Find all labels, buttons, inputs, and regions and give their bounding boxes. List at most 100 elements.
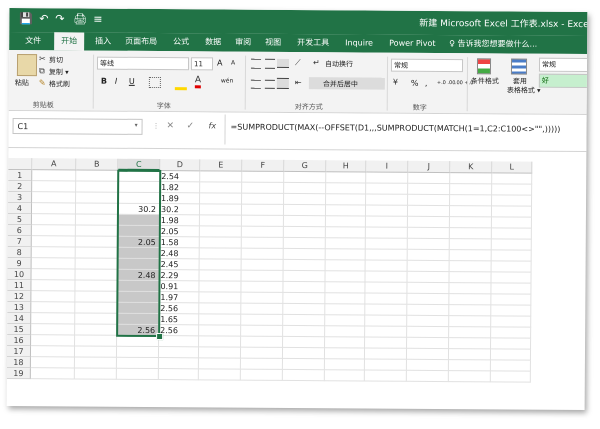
cell-d16[interactable]	[159, 336, 200, 348]
cell-e2[interactable]	[200, 182, 243, 194]
cell-h14[interactable]	[325, 315, 366, 327]
cell-g18[interactable]	[282, 358, 325, 371]
cell-b13[interactable]	[75, 302, 118, 314]
cell-c13[interactable]	[117, 302, 160, 315]
row-header-1[interactable]: 1	[8, 169, 33, 182]
cell-b10[interactable]	[75, 269, 118, 281]
cell-h13[interactable]	[325, 304, 366, 316]
cell-f1[interactable]	[242, 171, 285, 183]
cell-h1[interactable]	[326, 172, 367, 184]
cell-a5[interactable]	[31, 214, 76, 226]
comma-button[interactable]: ,	[425, 79, 428, 88]
cell-k8[interactable]	[449, 250, 492, 262]
cell-i10[interactable]	[365, 271, 408, 283]
name-box[interactable]: C1	[12, 118, 143, 135]
cell-c14[interactable]	[117, 313, 160, 326]
cell-a11[interactable]	[31, 280, 76, 292]
cell-f9[interactable]	[241, 259, 284, 271]
format-painter-button[interactable]: 格式刷	[49, 79, 70, 89]
tab-6[interactable]: 审阅	[235, 34, 251, 52]
cell-h10[interactable]	[325, 271, 366, 283]
tab-4[interactable]: 公式	[173, 33, 189, 51]
copy-button[interactable]: 复制 ▾	[49, 67, 69, 77]
cell-a2[interactable]	[32, 181, 77, 193]
format-painter-icon[interactable]: ✎	[39, 78, 46, 87]
cell-k4[interactable]	[449, 206, 493, 218]
fill-handle[interactable]	[156, 333, 164, 341]
cell-j1[interactable]	[408, 172, 451, 185]
column-header-l[interactable]: L	[492, 161, 533, 174]
cell-j2[interactable]	[408, 183, 451, 196]
cell-c10[interactable]: 2.48	[117, 269, 160, 282]
cell-a19[interactable]	[30, 368, 75, 380]
cell-d4[interactable]: 30.2	[159, 204, 201, 216]
cell-g5[interactable]	[283, 215, 326, 228]
cell-b15[interactable]	[75, 324, 118, 336]
row-header-5[interactable]: 5	[7, 213, 32, 226]
cell-k10[interactable]	[449, 272, 492, 284]
cell-j4[interactable]	[407, 205, 451, 218]
row-header-19[interactable]: 19	[6, 367, 31, 380]
conditional-format-button[interactable]: 条件格式	[471, 76, 499, 86]
cell-c1[interactable]	[118, 170, 161, 183]
cell-e6[interactable]	[199, 226, 242, 238]
conditional-format-icon[interactable]	[476, 58, 492, 75]
cell-b4[interactable]	[75, 203, 119, 215]
cell-l18[interactable]	[490, 360, 531, 372]
cell-l10[interactable]	[491, 272, 532, 284]
cell-f6[interactable]	[241, 226, 284, 238]
row-header-7[interactable]: 7	[7, 235, 32, 248]
cell-f14[interactable]	[241, 314, 284, 326]
cell-d13[interactable]: 2.56	[159, 303, 200, 315]
cell-l7[interactable]	[491, 239, 532, 251]
cell-i13[interactable]	[365, 304, 408, 316]
cell-j16[interactable]	[407, 337, 450, 350]
cell-l16[interactable]	[491, 338, 532, 350]
cell-d9[interactable]: 2.45	[159, 259, 200, 271]
cell-k17[interactable]	[448, 349, 492, 361]
wrap-text-icon[interactable]: ↵	[313, 58, 320, 67]
cell-l4[interactable]	[491, 206, 533, 218]
cell-j11[interactable]	[407, 282, 450, 295]
column-header-f[interactable]: F	[242, 159, 285, 172]
cell-c19[interactable]	[116, 368, 159, 381]
cell-l2[interactable]	[492, 184, 533, 196]
align-middle-icon[interactable]	[264, 58, 276, 69]
cell-k1[interactable]	[450, 173, 493, 185]
shrink-font-button[interactable]: A	[231, 60, 235, 67]
cell-c12[interactable]	[117, 291, 160, 304]
cell-e17[interactable]	[198, 347, 242, 359]
cell-b8[interactable]	[75, 247, 118, 259]
cell-k19[interactable]	[448, 371, 491, 383]
customize-quick-access-icon[interactable]: ≡	[93, 13, 102, 26]
cell-b18[interactable]	[74, 357, 117, 369]
cell-j15[interactable]	[407, 326, 450, 339]
cell-g13[interactable]	[283, 303, 326, 316]
cell-e3[interactable]	[200, 193, 243, 205]
row-header-4[interactable]: 4	[7, 202, 33, 215]
cell-h18[interactable]	[324, 359, 365, 371]
row-header-12[interactable]: 12	[7, 290, 32, 303]
cell-i12[interactable]	[365, 293, 408, 305]
cell-l8[interactable]	[491, 250, 532, 262]
cell-k12[interactable]	[449, 294, 492, 306]
row-header-3[interactable]: 3	[8, 191, 33, 204]
cell-h9[interactable]	[325, 260, 366, 272]
cell-a10[interactable]	[31, 269, 76, 281]
cell-e14[interactable]	[199, 314, 242, 326]
cell-c18[interactable]	[116, 357, 159, 370]
column-header-e[interactable]: E	[200, 159, 243, 172]
align-center-icon[interactable]	[264, 79, 275, 89]
column-header-c[interactable]: C	[118, 158, 161, 172]
font-name-select[interactable]: 等线	[96, 56, 190, 71]
cell-e16[interactable]	[199, 336, 242, 348]
cell-d18[interactable]	[158, 358, 199, 370]
cell-d10[interactable]: 2.29	[159, 270, 200, 282]
tab-9[interactable]: Inquire	[345, 34, 373, 52]
cell-l1[interactable]	[492, 173, 533, 185]
tab-5[interactable]: 数据	[205, 33, 221, 51]
tab-2[interactable]: 插入	[95, 33, 111, 51]
style-good[interactable]: 好	[538, 73, 588, 89]
cell-d3[interactable]: 1.89	[160, 193, 201, 205]
cell-b19[interactable]	[74, 368, 117, 380]
